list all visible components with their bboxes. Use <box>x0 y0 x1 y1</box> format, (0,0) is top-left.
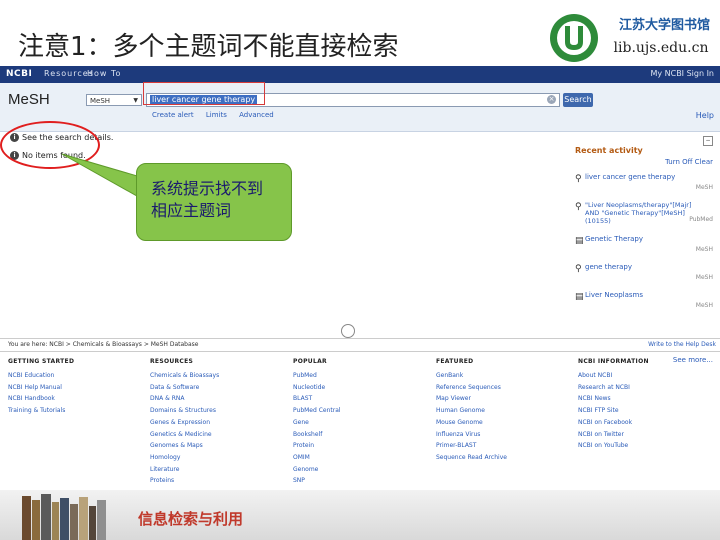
slide-header: 注意1：多个主题词不能直接检索 江苏大学图书馆 lib.ujs.edu.cn <box>0 0 720 66</box>
footer-link[interactable]: NCBI Education <box>8 370 148 382</box>
callout-text: 系统提示找不到 相应主题词 <box>151 179 264 220</box>
footer-link[interactable]: NCBI on Facebook <box>578 417 718 429</box>
recent-item[interactable]: ⚲ "Liver Neoplasms/therapy"[Majr] AND "G… <box>575 200 715 226</box>
footer-link[interactable]: DNA & RNA <box>150 393 290 405</box>
recent-item[interactable]: ⚲ gene therapy MeSH <box>575 262 715 288</box>
footer-column-resources: RESOURCES Chemicals & Bioassays Data & S… <box>150 358 290 487</box>
clear-icon[interactable]: × <box>547 95 556 104</box>
sign-in-link[interactable]: My NCBI Sign In <box>650 69 714 78</box>
footer-link[interactable]: NCBI Handbook <box>8 393 148 405</box>
footer-link[interactable]: Human Genome <box>436 405 576 417</box>
breadcrumb[interactable]: You are here: NCBI > Chemicals & Bioassa… <box>8 341 198 348</box>
query-highlight-box <box>143 82 265 105</box>
recent-activity-panel: − Recent activity Turn Off Clear ⚲ liver… <box>571 136 717 368</box>
search-band: MeSH MeSH ▼ liver cancer gene therapy × … <box>0 83 720 132</box>
footer-link[interactable]: Chemicals & Bioassays <box>150 370 290 382</box>
search-icon: ⚲ <box>575 174 582 184</box>
footer-link[interactable]: Reference Sequences <box>436 382 576 394</box>
footer-link[interactable]: Protein <box>293 440 433 452</box>
footer-link[interactable]: Gene <box>293 417 433 429</box>
footer-link[interactable]: Bookshelf <box>293 429 433 441</box>
limits-link[interactable]: Limits <box>206 111 227 119</box>
help-link[interactable]: Help <box>696 111 714 120</box>
footer-link[interactable]: NCBI Help Manual <box>8 382 148 394</box>
footer-link[interactable]: GenBank <box>436 370 576 382</box>
help-desk-link[interactable]: Write to the Help Desk <box>648 341 716 348</box>
footer-link[interactable]: Primer-BLAST <box>436 440 576 452</box>
footer-link[interactable]: NCBI on Twitter <box>578 429 718 441</box>
footer-link[interactable]: Data & Software <box>150 382 290 394</box>
database-select-value: MeSH <box>90 97 111 105</box>
ncbi-top-bar: NCBI Resources How To My NCBI Sign In <box>0 66 720 83</box>
advanced-link[interactable]: Advanced <box>239 111 274 119</box>
callout-box: 系统提示找不到 相应主题词 <box>136 163 292 241</box>
university-logo-icon <box>550 14 598 62</box>
footer-link[interactable]: Genes & Expression <box>150 417 290 429</box>
footer-link[interactable]: Proteins <box>150 475 290 487</box>
footer-breadcrumb-bar: You are here: NCBI > Chemicals & Bioassa… <box>0 338 720 352</box>
footer-column-popular: POPULAR PubMed Nucleotide BLAST PubMed C… <box>293 358 433 487</box>
library-url: lib.ujs.edu.cn <box>613 40 709 56</box>
search-icon: ⚲ <box>575 264 582 274</box>
database-title: MeSH <box>8 91 50 108</box>
footer-link[interactable]: PubMed Central <box>293 405 433 417</box>
database-select[interactable]: MeSH ▼ <box>86 94 142 106</box>
footer-link[interactable]: SNP <box>293 475 433 487</box>
footer-link[interactable]: Map Viewer <box>436 393 576 405</box>
footer-column-featured: FEATURED GenBank Reference Sequences Map… <box>436 358 576 464</box>
footer-link[interactable]: Research at NCBI <box>578 382 718 394</box>
footer-link[interactable]: Influenza Virus <box>436 429 576 441</box>
footer-link[interactable]: Domains & Structures <box>150 405 290 417</box>
recent-item[interactable]: ⚲ liver cancer gene therapy MeSH <box>575 172 715 198</box>
recent-activity-controls[interactable]: Turn Off Clear <box>665 158 713 166</box>
footer-link[interactable]: Genomes & Maps <box>150 440 290 452</box>
chevron-down-icon: ▼ <box>133 97 138 104</box>
recent-activity-title: Recent activity <box>575 146 643 155</box>
footer-link[interactable]: Mouse Genome <box>436 417 576 429</box>
footer-link[interactable]: BLAST <box>293 393 433 405</box>
footer-link[interactable]: Genome <box>293 464 433 476</box>
slide-caption: 信息检索与利用 <box>138 510 244 528</box>
footer-link[interactable]: PubMed <box>293 370 433 382</box>
slide-title: 注意1：多个主题词不能直接检索 <box>18 32 399 62</box>
document-icon: ▤ <box>575 292 584 302</box>
footer-link[interactable]: Literature <box>150 464 290 476</box>
footer-link[interactable]: NCBI FTP Site <box>578 405 718 417</box>
search-button[interactable]: Search <box>563 93 593 107</box>
how-to-menu[interactable]: How To <box>87 69 121 78</box>
footer-column-getting-started: GETTING STARTED NCBI Education NCBI Help… <box>8 358 148 417</box>
ncbi-mesh-screenshot: NCBI Resources How To My NCBI Sign In Me… <box>0 66 720 540</box>
footer-link[interactable]: Nucleotide <box>293 382 433 394</box>
loading-spinner-icon <box>341 324 355 338</box>
recent-item[interactable]: ▤ Genetic Therapy MeSH <box>575 234 715 260</box>
footer-link[interactable]: Homology <box>150 452 290 464</box>
slide-bottom-strip: 信息检索与利用 <box>0 490 720 540</box>
library-name: 江苏大学图书馆 <box>618 18 710 33</box>
footer-column-ncbi-information: NCBI INFORMATION About NCBI Research at … <box>578 358 718 452</box>
footer-link[interactable]: NCBI on YouTube <box>578 440 718 452</box>
search-sub-links: Create alert Limits Advanced <box>152 111 284 119</box>
footer-link[interactable]: NCBI News <box>578 393 718 405</box>
books-icon <box>22 494 106 540</box>
footer-link[interactable]: Sequence Read Archive <box>436 452 576 464</box>
search-icon: ⚲ <box>575 202 582 212</box>
footer-link[interactable]: Training & Tutorials <box>8 405 148 417</box>
ncbi-logo[interactable]: NCBI <box>6 69 32 79</box>
create-alert-link[interactable]: Create alert <box>152 111 194 119</box>
document-icon: ▤ <box>575 236 584 246</box>
collapse-icon[interactable]: − <box>703 136 713 146</box>
recent-item[interactable]: ▤ Liver Neoplasms MeSH <box>575 290 715 316</box>
footer-link[interactable]: OMIM <box>293 452 433 464</box>
footer-link[interactable]: About NCBI <box>578 370 718 382</box>
footer-link[interactable]: Genetics & Medicine <box>150 429 290 441</box>
